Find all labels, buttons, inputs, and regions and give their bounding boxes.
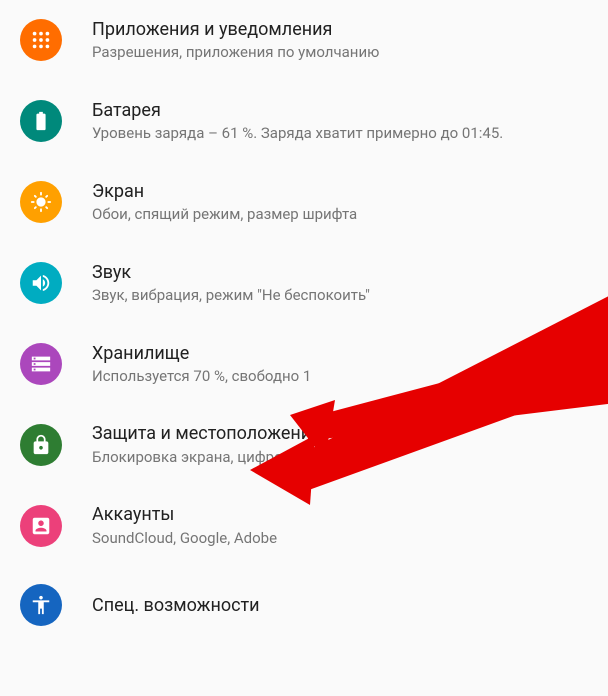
item-subtitle: Разрешения, приложения по умолчанию xyxy=(92,43,379,63)
item-title: Экран xyxy=(92,180,357,203)
settings-item-accounts[interactable]: Аккаунты SoundCloud, Google, Adobe xyxy=(0,485,608,566)
settings-item-accessibility[interactable]: Спец. возможности xyxy=(0,566,608,644)
settings-item-security[interactable]: Защита и местоположение Блокировка экран… xyxy=(0,404,608,485)
item-text: Батарея Уровень заряда – 61 %. Заряда хв… xyxy=(92,99,503,144)
lock-icon xyxy=(20,424,62,466)
item-title: Приложения и уведомления xyxy=(92,18,379,41)
item-title: Защита и местоположение xyxy=(92,422,384,445)
item-text: Экран Обои, спящий режим, размер шрифта xyxy=(92,180,357,225)
settings-item-storage[interactable]: Хранилище Используется 70 %, свободно 1 xyxy=(0,324,608,405)
item-text: Защита и местоположение Блокировка экран… xyxy=(92,422,384,467)
item-title: Звук xyxy=(92,261,370,284)
item-subtitle: Звук, вибрация, режим "Не беспокоить" xyxy=(92,286,370,306)
settings-list: Приложения и уведомления Разрешения, при… xyxy=(0,0,608,644)
storage-icon xyxy=(20,343,62,385)
account-icon xyxy=(20,505,62,547)
settings-item-apps[interactable]: Приложения и уведомления Разрешения, при… xyxy=(0,0,608,81)
settings-item-sound[interactable]: Звук Звук, вибрация, режим "Не беспокоит… xyxy=(0,243,608,324)
sound-icon xyxy=(20,262,62,304)
item-text: Звук Звук, вибрация, режим "Не беспокоит… xyxy=(92,261,370,306)
item-text: Аккаунты SoundCloud, Google, Adobe xyxy=(92,503,277,548)
item-title: Аккаунты xyxy=(92,503,277,526)
apps-icon xyxy=(20,19,62,61)
item-subtitle: Обои, спящий режим, размер шрифта xyxy=(92,205,357,225)
item-title: Батарея xyxy=(92,99,503,122)
item-subtitle: Уровень заряда – 61 %. Заряда хватит при… xyxy=(92,124,503,144)
item-text: Приложения и уведомления Разрешения, при… xyxy=(92,18,379,63)
settings-item-display[interactable]: Экран Обои, спящий режим, размер шрифта xyxy=(0,162,608,243)
item-subtitle: SoundCloud, Google, Adobe xyxy=(92,529,277,549)
display-icon xyxy=(20,181,62,223)
accessibility-icon xyxy=(20,584,62,626)
item-text: Хранилище Используется 70 %, свободно 1 xyxy=(92,342,311,387)
item-subtitle: Используется 70 %, свободно 1 xyxy=(92,367,311,387)
item-text: Спец. возможности xyxy=(92,594,260,617)
battery-icon xyxy=(20,100,62,142)
settings-item-battery[interactable]: Батарея Уровень заряда – 61 %. Заряда хв… xyxy=(0,81,608,162)
item-title: Спец. возможности xyxy=(92,594,260,617)
item-title: Хранилище xyxy=(92,342,311,365)
item-subtitle: Блокировка экрана, цифровой отпечаток xyxy=(92,448,384,468)
